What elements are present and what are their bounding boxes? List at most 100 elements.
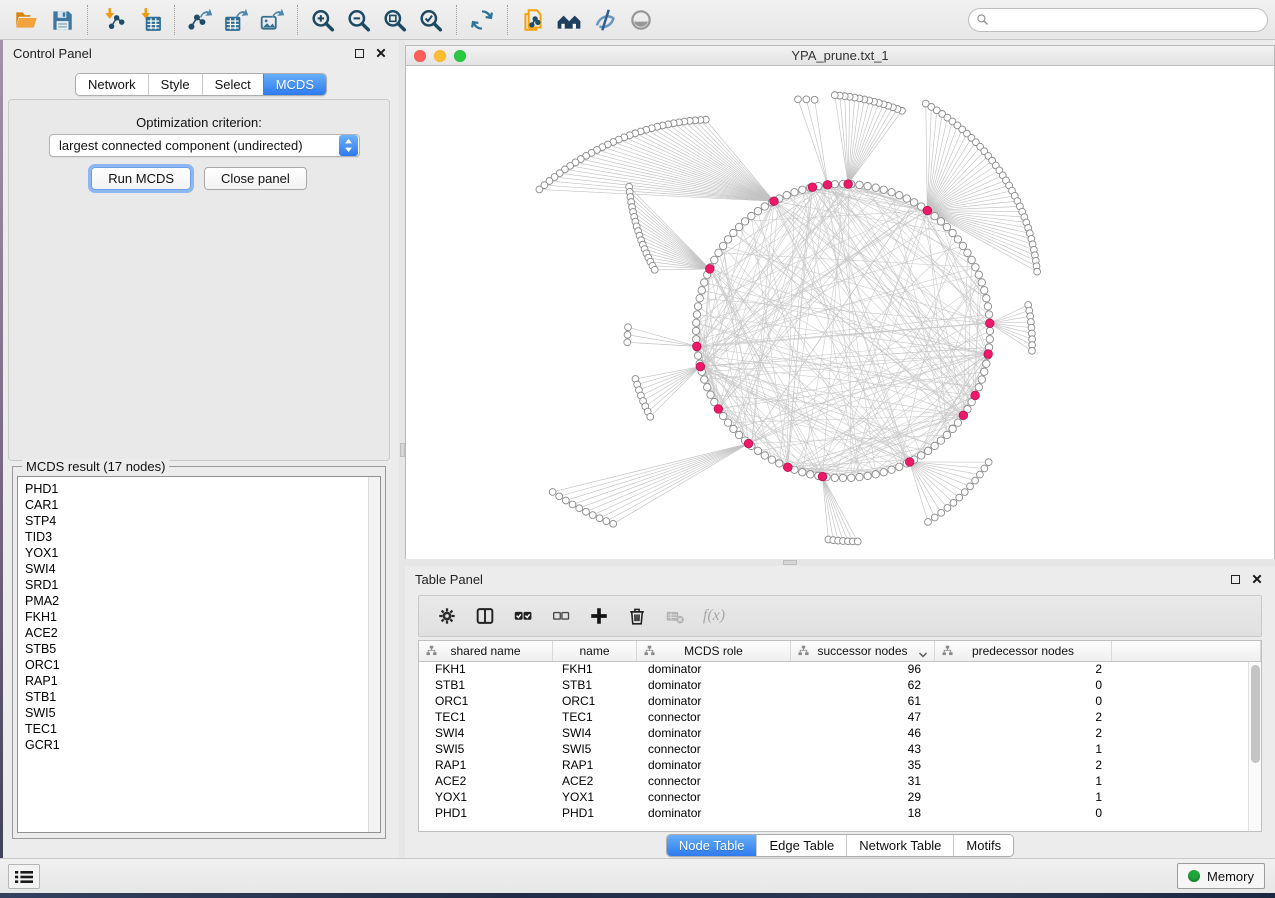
mcds-result-list[interactable]: PHD1CAR1STP4TID3YOX1SWI4SRD1PMA2FKH1ACE2… xyxy=(17,476,381,833)
table-row[interactable]: YOX1YOX1connector291 xyxy=(419,790,1248,806)
result-node-item[interactable]: ACE2 xyxy=(25,625,380,641)
open-session-button[interactable] xyxy=(8,3,44,37)
table-row[interactable]: FKH1FKH1dominator962 xyxy=(419,662,1248,678)
result-node-item[interactable]: SWI5 xyxy=(25,705,380,721)
table-cell: connector xyxy=(637,742,791,758)
result-node-item[interactable]: TEC1 xyxy=(25,721,380,737)
table-row[interactable]: ACE2ACE2connector311 xyxy=(419,774,1248,790)
run-mcds-button[interactable]: Run MCDS xyxy=(91,167,191,190)
delete-table-icon xyxy=(664,605,686,627)
splitter-grip[interactable] xyxy=(400,443,405,457)
minimize-window-button[interactable] xyxy=(434,50,446,62)
table-cell: dominator xyxy=(637,806,791,822)
table-row[interactable]: STB1STB1dominator620 xyxy=(419,678,1248,694)
table-row[interactable]: SWI5SWI5connector431 xyxy=(419,742,1248,758)
delete-column-button[interactable] xyxy=(621,600,653,632)
deselect-all-button[interactable] xyxy=(545,600,577,632)
criterion-dropdown[interactable]: largest connected component (undirected) xyxy=(49,134,360,157)
task-history-button[interactable] xyxy=(8,864,40,889)
result-node-item[interactable]: STB1 xyxy=(25,689,380,705)
select-all-button[interactable] xyxy=(507,600,539,632)
table-row[interactable]: TEC1TEC1connector472 xyxy=(419,710,1248,726)
result-node-item[interactable]: STP4 xyxy=(25,513,380,529)
zoom-fit-button[interactable] xyxy=(377,3,413,37)
result-node-item[interactable]: SWI4 xyxy=(25,561,380,577)
float-panel-button[interactable] xyxy=(351,45,367,61)
result-node-item[interactable]: STB5 xyxy=(25,641,380,657)
result-node-item[interactable]: PMA2 xyxy=(25,593,380,609)
column-header-name[interactable]: name xyxy=(553,641,637,661)
zoom-selected-button[interactable] xyxy=(413,3,449,37)
table-cell: 62 xyxy=(791,678,935,694)
table-scrollbar[interactable] xyxy=(1248,662,1261,831)
network-titlebar[interactable]: YPA_prune.txt_1 xyxy=(406,46,1274,66)
search-input[interactable] xyxy=(968,8,1268,32)
close-mcds-panel-button[interactable]: Close panel xyxy=(204,167,307,190)
tab-network[interactable]: Network xyxy=(76,74,148,95)
result-node-item[interactable]: FKH1 xyxy=(25,609,380,625)
splitter-grip[interactable] xyxy=(783,560,797,565)
horizontal-splitter[interactable] xyxy=(405,559,1275,566)
export-network-button[interactable] xyxy=(182,3,218,37)
tab-network-table[interactable]: Network Table xyxy=(846,835,953,856)
export-table-button[interactable] xyxy=(218,3,254,37)
deselect-all-icon xyxy=(550,605,572,627)
memory-button[interactable]: Memory xyxy=(1177,863,1265,889)
table-settings-button[interactable] xyxy=(431,600,463,632)
result-node-item[interactable]: TID3 xyxy=(25,529,380,545)
table-cell: ORC1 xyxy=(419,694,553,710)
float-panel-button[interactable] xyxy=(1227,571,1243,587)
table-cell: 0 xyxy=(935,806,1112,822)
delete-table-button[interactable] xyxy=(659,600,691,632)
column-header-predecessor-nodes[interactable]: predecessor nodes xyxy=(935,641,1112,661)
table-row[interactable]: RAP1RAP1dominator352 xyxy=(419,758,1248,774)
import-network-button[interactable] xyxy=(95,3,131,37)
add-column-button[interactable] xyxy=(583,600,615,632)
column-header-mcds-role[interactable]: MCDS role xyxy=(637,641,791,661)
save-session-icon xyxy=(49,7,75,33)
scrollbar-thumb[interactable] xyxy=(1251,665,1260,763)
export-image-button[interactable] xyxy=(254,3,290,37)
toggle-graphics-details-button[interactable] xyxy=(623,3,659,37)
result-node-item[interactable]: CAR1 xyxy=(25,497,380,513)
table-cell: 1 xyxy=(935,774,1112,790)
import-table-button[interactable] xyxy=(131,3,167,37)
close-panel-button[interactable] xyxy=(373,45,389,61)
table-cell: 18 xyxy=(791,806,935,822)
save-session-button[interactable] xyxy=(44,3,80,37)
close-panel-button[interactable] xyxy=(1249,571,1265,587)
column-header-shared-name[interactable]: shared name xyxy=(419,641,553,661)
tab-node-table[interactable]: Node Table xyxy=(667,835,757,856)
maximize-window-button[interactable] xyxy=(454,50,466,62)
show-columns-button[interactable] xyxy=(469,600,501,632)
close-window-button[interactable] xyxy=(414,50,426,62)
result-node-item[interactable]: GCR1 xyxy=(25,737,380,753)
zoom-selected-icon xyxy=(418,7,444,33)
result-node-item[interactable]: ORC1 xyxy=(25,657,380,673)
result-scrollbar[interactable] xyxy=(368,477,380,832)
result-node-item[interactable]: RAP1 xyxy=(25,673,380,689)
duplicate-network-button[interactable] xyxy=(515,3,551,37)
network-graph[interactable] xyxy=(406,66,1274,559)
show-hide-graphics-button[interactable] xyxy=(587,3,623,37)
table-row[interactable]: ORC1ORC1dominator610 xyxy=(419,694,1248,710)
select-first-neighbors-button[interactable] xyxy=(551,3,587,37)
tab-edge-table[interactable]: Edge Table xyxy=(756,835,846,856)
zoom-in-button[interactable] xyxy=(305,3,341,37)
table-row[interactable]: SWI4SWI4dominator462 xyxy=(419,726,1248,742)
column-header-successor-nodes[interactable]: successor nodes xyxy=(791,641,935,661)
result-node-item[interactable]: PHD1 xyxy=(25,481,380,497)
zoom-out-button[interactable] xyxy=(341,3,377,37)
table-row[interactable]: PHD1PHD1dominator180 xyxy=(419,806,1248,822)
apply-layout-button[interactable] xyxy=(464,3,500,37)
table-cell: STB1 xyxy=(553,678,637,694)
result-node-item[interactable]: YOX1 xyxy=(25,545,380,561)
tab-style[interactable]: Style xyxy=(148,74,202,95)
tab-select[interactable]: Select xyxy=(202,74,263,95)
tab-mcds[interactable]: MCDS xyxy=(263,74,326,95)
function-builder-button[interactable]: f(x) xyxy=(697,600,729,632)
result-node-item[interactable]: SRD1 xyxy=(25,577,380,593)
tab-motifs[interactable]: Motifs xyxy=(953,835,1013,856)
network-canvas[interactable] xyxy=(406,66,1274,559)
table-cell: dominator xyxy=(637,726,791,742)
